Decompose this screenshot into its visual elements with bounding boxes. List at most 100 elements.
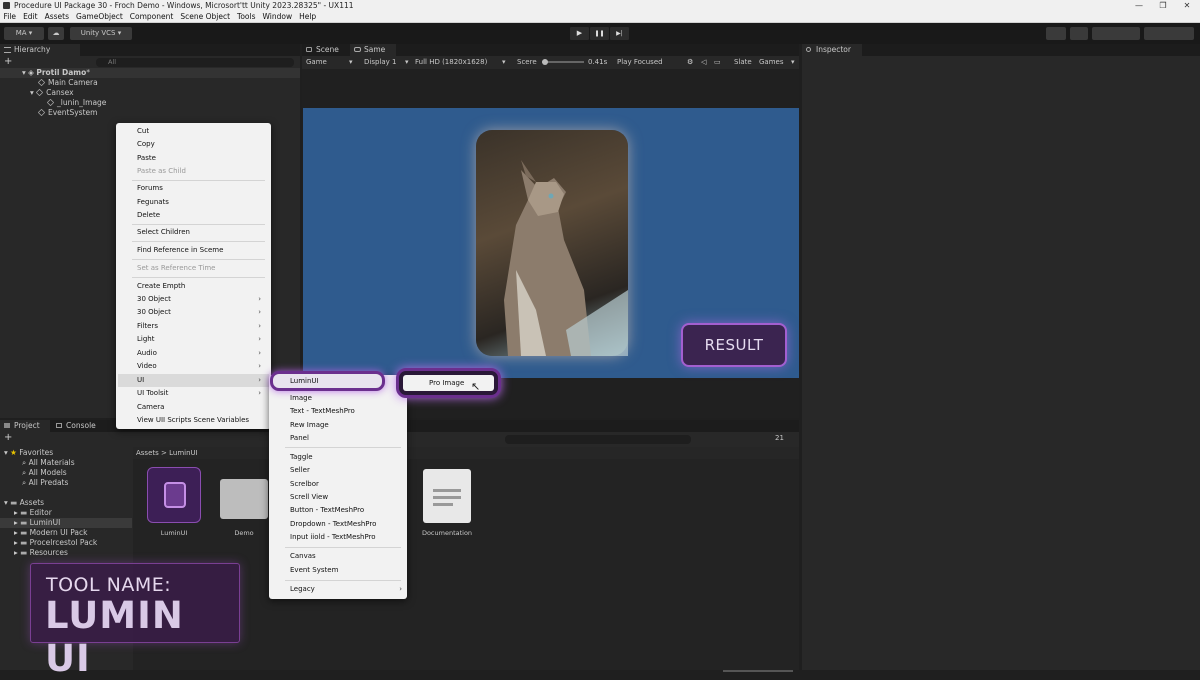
ctx-visual-scripting[interactable]: View UII Scripts Scene Variables (137, 415, 249, 426)
scene-row[interactable]: ▾ ◈ Protil Damo* (0, 68, 300, 78)
menu-help[interactable]: Help (296, 11, 320, 23)
hierarchy-item-lumin-image[interactable]: _lunin_Image (0, 98, 300, 108)
ctx-copy[interactable]: Copy (137, 139, 155, 150)
undo-history-button[interactable] (1046, 27, 1066, 40)
resolution-dropdown[interactable]: Full HD (1820x1628) (415, 56, 487, 69)
ctx-audio[interactable]: Audio › (137, 348, 267, 359)
minimize-button[interactable]: — (1128, 0, 1150, 11)
game-view-toolbar: Game ▾ Display 1 ▾ Full HD (1820x1628) ▾… (302, 56, 799, 69)
close-button[interactable]: ✕ (1176, 0, 1198, 11)
scale-slider[interactable] (542, 61, 584, 63)
submenu-button-tmp[interactable]: Button - TextMeshPro (290, 505, 364, 516)
stats-toggle[interactable]: Slate (734, 56, 752, 69)
pause-button[interactable]: ❚❚ (590, 27, 609, 40)
cloud-icon: ☁ (52, 29, 60, 37)
hierarchy-search-input[interactable]: All (96, 58, 294, 67)
ctx-ui[interactable]: UI › (137, 375, 267, 386)
lumin-logo-icon (164, 482, 186, 508)
layout-dropdown[interactable] (1144, 27, 1194, 40)
hierarchy-item-main-camera[interactable]: Main Camera (0, 78, 300, 88)
ctx-select-children[interactable]: Select Children (137, 227, 190, 238)
project-search-input[interactable] (505, 435, 691, 444)
hierarchy-item-canvas[interactable]: ▾ Cansex (0, 88, 300, 98)
document-icon[interactable] (423, 469, 471, 523)
scale-slider-knob[interactable] (542, 59, 548, 65)
cloud-button[interactable]: ☁ (48, 27, 64, 40)
vcs-button[interactable]: Unity VCS ▾ (70, 27, 132, 40)
hierarchy-item-eventsystem[interactable]: EventSystem (0, 108, 300, 118)
account-button[interactable]: MA ▾ (4, 27, 44, 40)
menu-component[interactable]: Component (126, 11, 177, 23)
menu-assets[interactable]: Assets (41, 11, 72, 23)
submenu-toggle[interactable]: Taggle (290, 452, 313, 463)
ctx-camera[interactable]: Camera (137, 402, 164, 413)
ctx-video[interactable]: Video › (137, 361, 267, 372)
play-focused-dropdown[interactable]: Play Focused (617, 56, 663, 69)
ctx-paste[interactable]: Paste (137, 153, 156, 164)
submenu-luminui[interactable]: LuminUI (270, 371, 385, 391)
tab-hierarchy[interactable]: Hierarchy (0, 44, 80, 56)
tab-scene[interactable]: Scene (302, 44, 348, 56)
demo-folder-icon[interactable] (220, 479, 268, 519)
gizmos-toggle[interactable]: Games (759, 56, 784, 69)
scene-dirty-mark: * (86, 68, 91, 77)
add-object-button[interactable]: + (4, 57, 18, 67)
hidden-packages-count[interactable]: 21 (775, 434, 784, 442)
ctx-delete[interactable]: Delete (137, 210, 160, 221)
submenu-input-field-tmp[interactable]: Input iiold - TextMeshPro (290, 532, 376, 543)
menu-scene-object[interactable]: Scene Object (177, 11, 234, 23)
layers-dropdown[interactable] (1092, 27, 1140, 40)
menu-divider (285, 447, 401, 448)
inspector-tab-label: Inspector (816, 45, 851, 54)
ctx-cut[interactable]: Cut (137, 126, 149, 137)
search-button[interactable] (1070, 27, 1088, 40)
breadcrumb-current[interactable]: LuminUI (169, 449, 198, 457)
tab-inspector[interactable]: Inspector (802, 44, 862, 56)
ctx-find-reference[interactable]: Find Reference in Sceme (137, 245, 223, 256)
stats-toggle-icon[interactable]: ▭ (714, 56, 721, 69)
create-asset-button[interactable]: + (4, 433, 12, 443)
submenu-slider[interactable]: Seller (290, 465, 310, 476)
submenu-scrollbar[interactable]: Screlbor (290, 479, 319, 490)
submenu-legacy[interactable]: Legacy › (290, 584, 402, 595)
menu-file[interactable]: File (0, 11, 20, 23)
tab-game[interactable]: Same (350, 44, 396, 56)
submenu-panel[interactable]: Panel (290, 433, 309, 444)
icon-size-slider[interactable] (723, 670, 793, 672)
scale-value: 0.41s (588, 58, 608, 66)
submenu-raw-image[interactable]: Rew Image (290, 420, 329, 431)
play-button[interactable]: ▶ (570, 27, 589, 40)
info-icon (806, 47, 811, 52)
ctx-ui-toolkit[interactable]: UI Toolsit › (137, 388, 267, 399)
submenu-event-system[interactable]: Event System (290, 565, 338, 576)
ctx-forums[interactable]: Forums (137, 183, 163, 194)
ctx-3d-object[interactable]: 30 Object › (137, 294, 267, 305)
mute-icon[interactable]: ◁ (701, 56, 706, 69)
submenu-text-tmp[interactable]: Text - TextMeshPro (290, 406, 355, 417)
submenu-dropdown-tmp[interactable]: Dropdown - TextMeshPro (290, 519, 376, 530)
tab-console[interactable]: Console (52, 420, 102, 432)
breadcrumb-root[interactable]: Assets (136, 449, 159, 457)
menu-gameobject[interactable]: GameObject (73, 11, 127, 23)
ctx-filters[interactable]: Filters › (137, 321, 267, 332)
menu-edit[interactable]: Edit (20, 11, 42, 23)
menu-window[interactable]: Window (259, 11, 296, 23)
ctx-3d-object-2[interactable]: 30 Object › (137, 307, 267, 318)
maximize-button[interactable]: ❐ (1152, 0, 1174, 11)
ctx-fegunats[interactable]: Fegunats (137, 197, 169, 208)
display-dropdown[interactable]: Display 1 (364, 56, 396, 69)
menu-tools[interactable]: Tools (234, 11, 259, 23)
submenu-image[interactable]: Image (290, 393, 312, 404)
settings-icon[interactable]: ⚙ (687, 56, 693, 69)
ctx-create-empty[interactable]: Create Empth (137, 281, 185, 292)
submenu-canvas[interactable]: Canvas (290, 551, 316, 562)
folder-luminui[interactable]: ▸ ▬ LuminUI (0, 518, 132, 528)
step-button[interactable]: ▶| (610, 27, 629, 40)
ctx-light[interactable]: Light › (137, 334, 267, 345)
scene-name: Protil Damo (36, 68, 87, 77)
luminui-asset-icon[interactable] (147, 467, 201, 523)
submenu-scroll-view[interactable]: Screll View (290, 492, 328, 503)
tab-project[interactable]: Project (0, 420, 50, 432)
submenu-pro-image[interactable]: Pro Image (403, 375, 494, 391)
game-mode-dropdown[interactable]: Game (306, 56, 327, 69)
